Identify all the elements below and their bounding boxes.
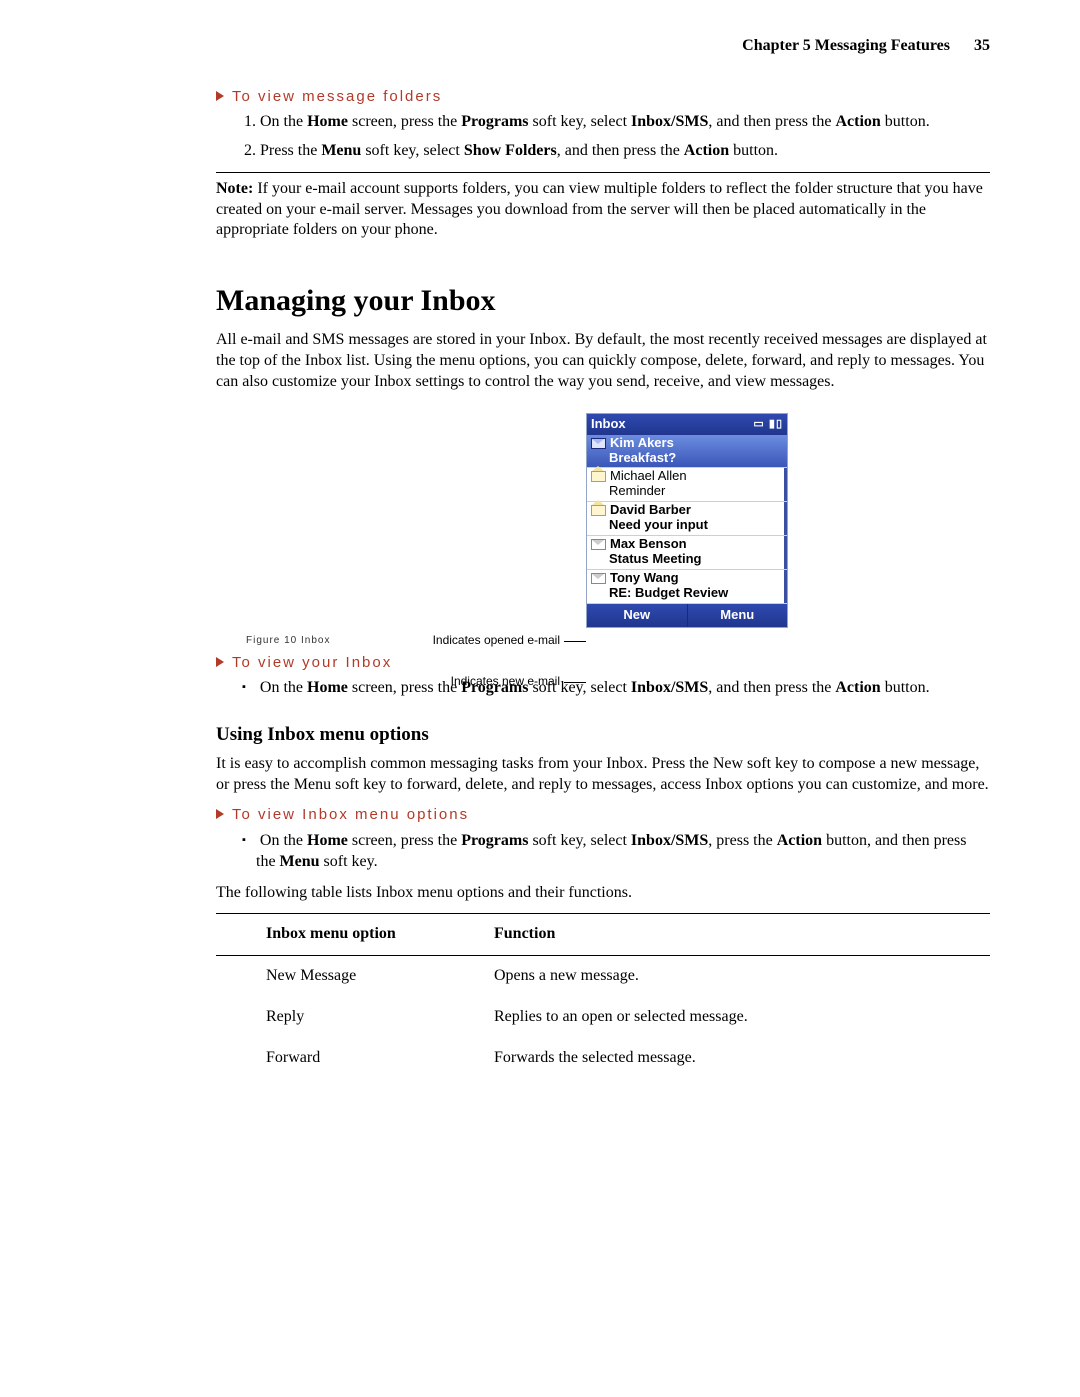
sender-name: Kim Akers <box>610 436 674 451</box>
table-intro: The following table lists Inbox menu opt… <box>216 883 990 904</box>
figure-caption: Figure 10 Inbox <box>246 634 990 647</box>
phone-softkeys: New Menu <box>587 604 787 627</box>
sender-name: Michael Allen <box>610 469 687 484</box>
cell-option: Reply <box>216 997 494 1038</box>
table-row: ReplyReplies to an open or selected mess… <box>216 997 990 1038</box>
section-heading-view-folders: To view message folders <box>216 87 990 107</box>
inbox-row[interactable]: Michael AllenReminder <box>587 468 787 502</box>
triangle-icon <box>216 809 224 819</box>
subject-line: RE: Budget Review <box>609 586 783 601</box>
status-icons: ▭ ▮▯ <box>753 417 783 431</box>
callout-new-email: Indicates new e-mail <box>451 674 586 690</box>
step-1: On the Home screen, press the Programs s… <box>260 112 990 133</box>
envelope-closed-icon <box>591 438 606 449</box>
using-paragraph: It is easy to accomplish common messagin… <box>216 754 990 796</box>
envelope-closed-icon <box>591 573 606 584</box>
inbox-row[interactable]: Kim AkersBreakfast? <box>587 435 787 469</box>
sub-heading-using-options: Using Inbox menu options <box>216 723 990 748</box>
running-header: Chapter 5 Messaging Features 35 <box>216 36 990 57</box>
cell-function: Replies to an open or selected message. <box>494 997 990 1038</box>
table-row: New MessageOpens a new message. <box>216 956 990 997</box>
envelope-open-icon <box>591 505 606 516</box>
subject-line: Status Meeting <box>609 552 783 567</box>
phone-screenshot: Inbox ▭ ▮▯ Kim AkersBreakfast?Michael Al… <box>586 413 788 628</box>
inbox-row[interactable]: David BarberNeed your input <box>587 502 787 536</box>
options-table: Inbox menu option Function New MessageOp… <box>216 913 990 1078</box>
section-heading-view-options: To view Inbox menu options <box>216 805 990 825</box>
note-text: Note: If your e-mail account supports fo… <box>216 179 990 241</box>
th-option: Inbox menu option <box>216 914 494 956</box>
phone-titlebar: Inbox ▭ ▮▯ <box>587 414 787 435</box>
sender-name: Tony Wang <box>610 571 679 586</box>
main-heading: Managing your Inbox <box>216 281 990 320</box>
subject-line: Need your input <box>609 518 783 533</box>
subject-line: Reminder <box>609 484 783 499</box>
cell-function: Opens a new message. <box>494 956 990 997</box>
signal-icon: ▮▯ <box>769 418 783 430</box>
callout-opened-email: Indicates opened e-mail <box>433 633 586 649</box>
note-rule <box>216 172 990 173</box>
inbox-row[interactable]: Max BensonStatus Meeting <box>587 536 787 570</box>
inbox-row[interactable]: Tony WangRE: Budget Review <box>587 570 787 604</box>
softkey-menu[interactable]: Menu <box>687 604 788 627</box>
triangle-icon <box>216 91 224 101</box>
section-heading-view-inbox: To view your Inbox <box>216 653 990 673</box>
cell-option: New Message <box>216 956 494 997</box>
envelope-closed-icon <box>591 539 606 550</box>
sender-name: David Barber <box>610 503 691 518</box>
sender-name: Max Benson <box>610 537 687 552</box>
figure-10: Indicates opened e-mail Indicates new e-… <box>216 413 990 628</box>
cell-function: Forwards the selected message. <box>494 1038 990 1079</box>
phone-list: Kim AkersBreakfast?Michael AllenReminder… <box>587 435 787 604</box>
battery-icon: ▭ <box>753 418 764 430</box>
envelope-open-icon <box>591 471 606 482</box>
cell-option: Forward <box>216 1038 494 1079</box>
chapter-label: Chapter 5 <box>742 37 811 54</box>
table-row: ForwardForwards the selected message. <box>216 1038 990 1079</box>
subject-line: Breakfast? <box>609 451 783 466</box>
step-2: Press the Menu soft key, select Show Fol… <box>260 141 990 162</box>
chapter-title: Messaging Features <box>815 37 950 54</box>
page-number: 35 <box>974 37 990 54</box>
phone-title: Inbox <box>591 416 626 433</box>
bullets-view-options: On the Home screen, press the Programs s… <box>238 831 990 873</box>
intro-paragraph: All e-mail and SMS messages are stored i… <box>216 330 990 392</box>
th-function: Function <box>494 914 990 956</box>
bullets-view-inbox: On the Home screen, press the Programs s… <box>238 678 990 699</box>
softkey-new[interactable]: New <box>587 604 687 627</box>
bullet-1: On the Home screen, press the Programs s… <box>252 678 990 699</box>
steps-view-folders: On the Home screen, press the Programs s… <box>238 112 990 162</box>
triangle-icon <box>216 657 224 667</box>
bullet-1: On the Home screen, press the Programs s… <box>252 831 990 873</box>
